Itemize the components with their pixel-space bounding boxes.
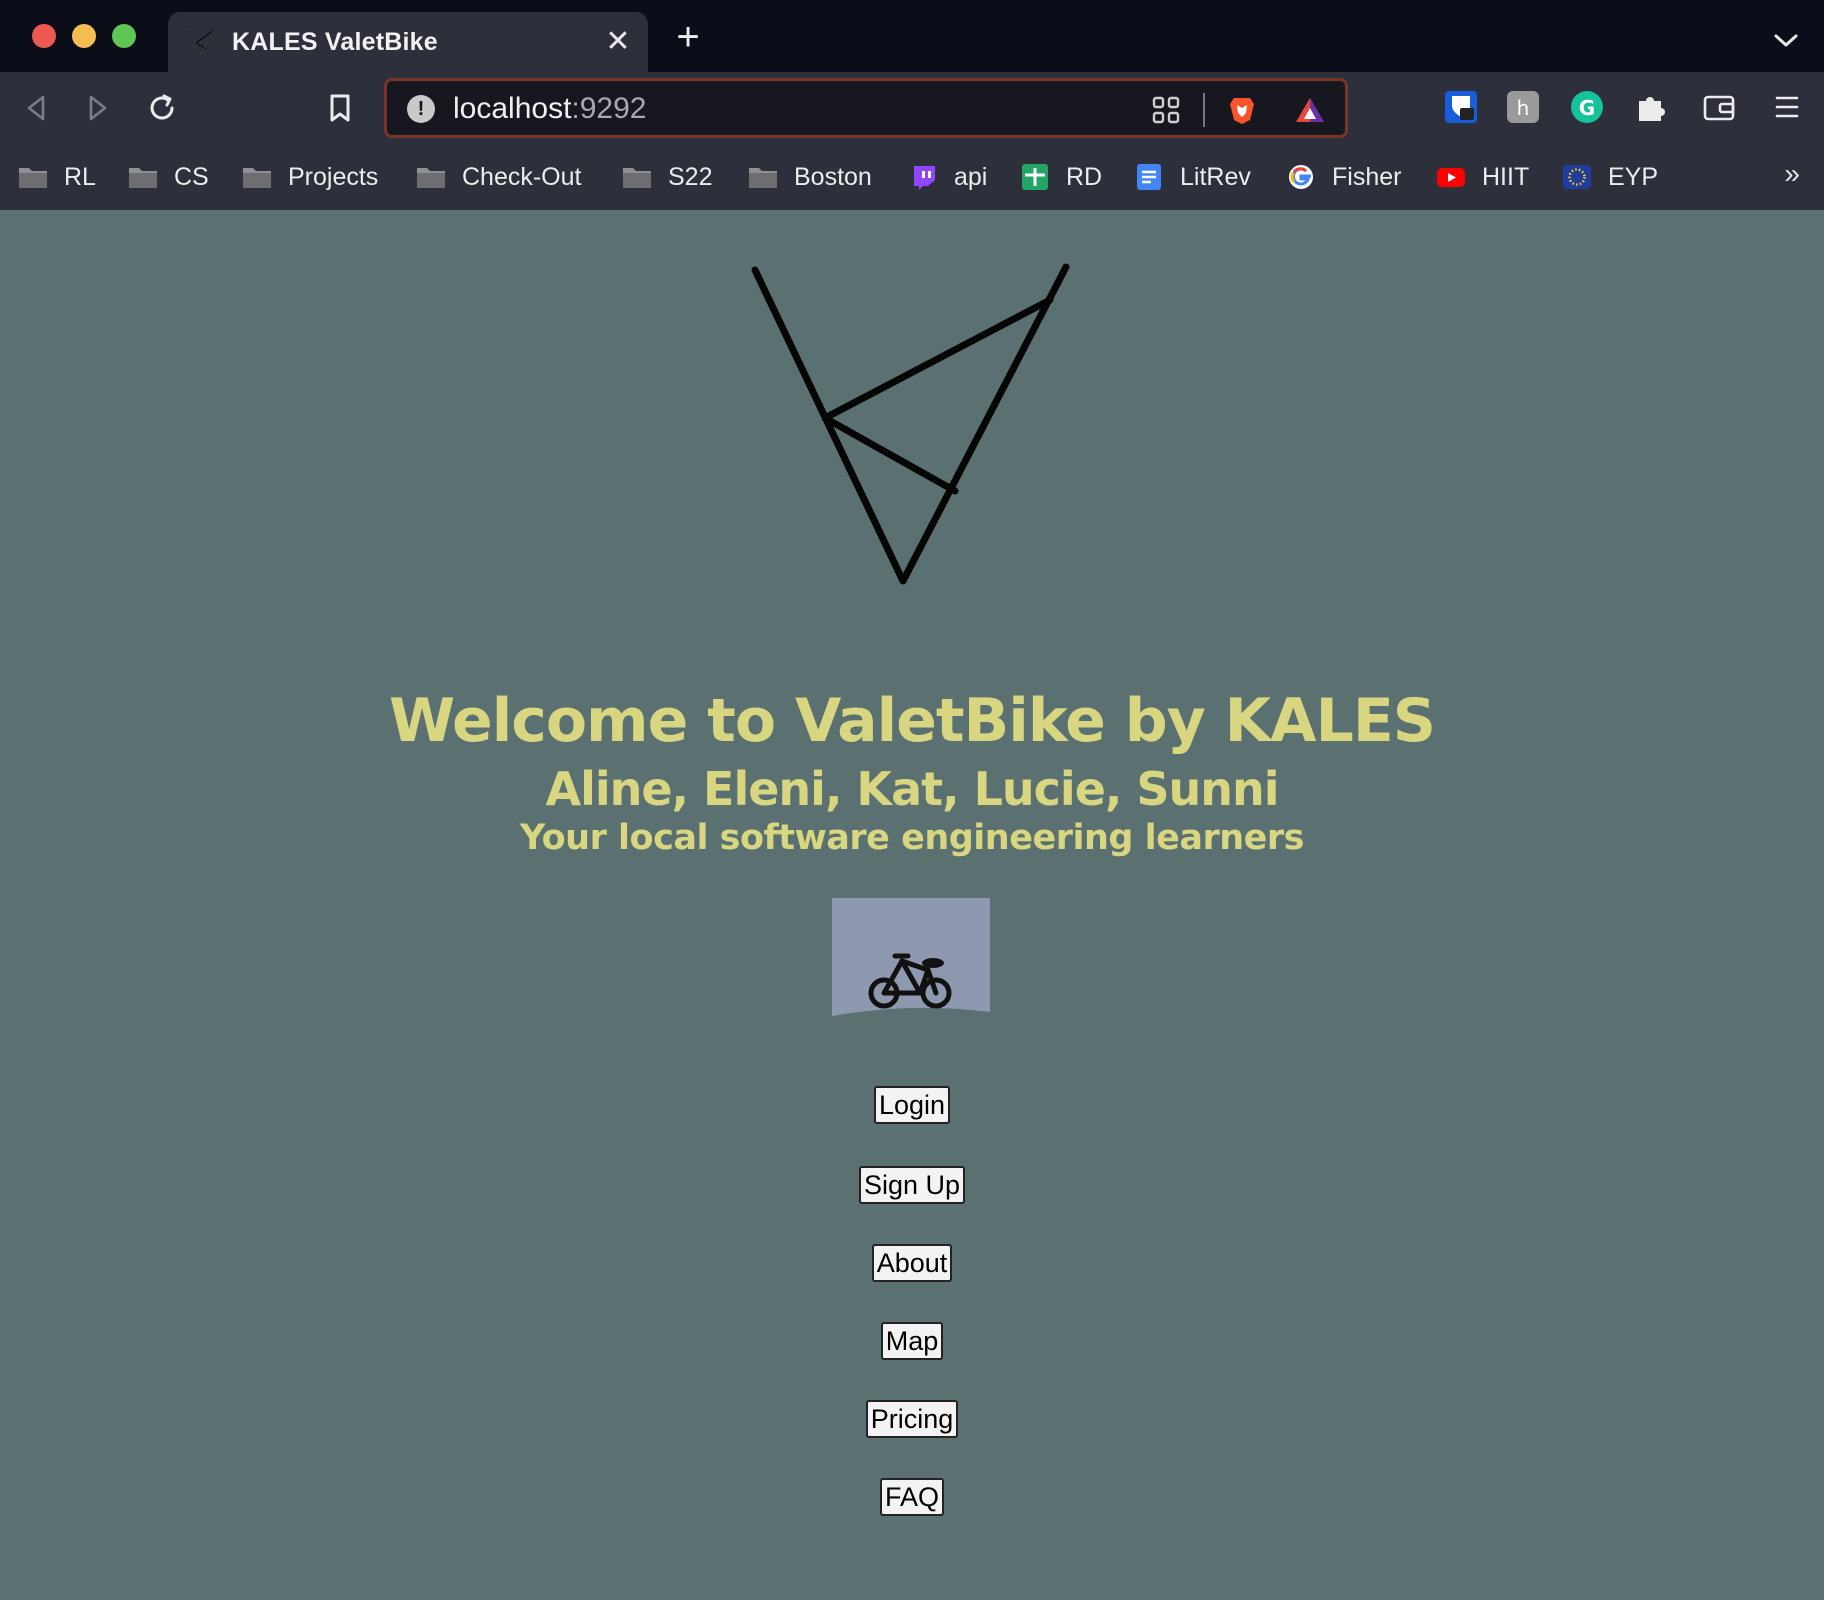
reload-icon[interactable]: [142, 88, 182, 128]
nav-button-row: Map: [0, 1322, 1824, 1360]
address-bar[interactable]: ! localhost:9292: [384, 78, 1348, 138]
bookmark-label: RL: [64, 162, 96, 191]
forward-arrow-icon[interactable]: [78, 88, 118, 128]
bookmark-label: Projects: [288, 162, 379, 191]
bookmark-rd[interactable]: RD: [1020, 156, 1102, 198]
map-button[interactable]: Map: [880, 1322, 944, 1360]
google-icon: [1289, 165, 1313, 189]
bookmark-projects[interactable]: Projects: [242, 156, 378, 198]
url-port: :9292: [571, 92, 647, 125]
bookmark-label: Fisher: [1332, 162, 1402, 191]
grammarly-extension-icon[interactable]: G: [1568, 88, 1606, 126]
pricing-button[interactable]: Pricing: [865, 1400, 959, 1438]
folder-icon: [19, 168, 47, 188]
twitch-icon: [914, 166, 935, 190]
faq-button[interactable]: FAQ: [879, 1478, 944, 1516]
urlbar-divider: [1203, 93, 1205, 127]
sheets-icon: [1022, 164, 1048, 190]
sign-up-button[interactable]: Sign Up: [858, 1166, 966, 1204]
nav-button-row: About: [0, 1244, 1824, 1282]
bookmark-label: EYP: [1608, 162, 1659, 191]
bookmark-label: Check-Out: [462, 162, 582, 191]
tagline-heading: Your local software engineering learners: [520, 818, 1304, 858]
nav-button-row: FAQ: [0, 1478, 1824, 1516]
bitwarden-extension-icon[interactable]: [1442, 88, 1480, 126]
folder-icon: [623, 168, 651, 188]
url-text[interactable]: localhost:9292: [453, 92, 646, 126]
bookmark-litrev[interactable]: LitRev: [1134, 156, 1251, 198]
browser-toolbar: ! localhost:9292 h G: [0, 72, 1824, 144]
menu-hamburger-icon[interactable]: [1768, 88, 1806, 126]
eu-flag-icon: [1563, 165, 1591, 189]
bookmark-label: api: [954, 162, 988, 191]
chevron-down-icon[interactable]: [1768, 22, 1804, 58]
bookmark-check-out[interactable]: Check-Out: [416, 156, 581, 198]
qr-code-icon[interactable]: [1149, 93, 1183, 127]
bookmark-boston[interactable]: Boston: [748, 156, 872, 198]
folder-icon: [129, 168, 157, 188]
valetbike-logo: [751, 263, 1070, 585]
bookmark-label: Boston: [794, 162, 872, 191]
bookmark-label: HIIT: [1482, 162, 1530, 191]
new-tab-button[interactable]: +: [668, 17, 708, 58]
back-arrow-icon[interactable]: [16, 88, 56, 128]
url-host: localhost: [453, 92, 572, 125]
page-title: Welcome to ValetBike by KALES: [388, 686, 1436, 756]
nav-button-row: Pricing: [0, 1400, 1824, 1438]
browser-tab-strip: KALES ValetBike ✕ +: [0, 0, 1824, 72]
bookmark-label: RD: [1066, 162, 1103, 191]
svg-text:h: h: [1517, 96, 1530, 120]
nav-button-row: Sign Up: [0, 1166, 1824, 1204]
bookmark-fisher[interactable]: Fisher: [1286, 156, 1401, 198]
bookmark-label: CS: [174, 162, 209, 191]
docs-icon: [1137, 164, 1161, 190]
bookmark-label: S22: [668, 162, 713, 191]
folder-icon: [749, 168, 777, 188]
bookmark-rl[interactable]: RL: [18, 156, 96, 198]
tab-close-icon[interactable]: ✕: [598, 22, 638, 62]
youtube-icon: [1437, 168, 1465, 187]
window-zoom-button[interactable]: [112, 24, 136, 48]
bookmark-icon[interactable]: [320, 88, 360, 128]
honey-extension-icon[interactable]: h: [1504, 88, 1542, 126]
bookmark-cs[interactable]: CS: [128, 156, 209, 198]
brave-shields-icon[interactable]: [1225, 93, 1259, 127]
window-minimize-button[interactable]: [72, 24, 96, 48]
brave-rewards-icon[interactable]: [1293, 93, 1327, 127]
tab-title: KALES ValetBike: [232, 28, 438, 56]
about-button[interactable]: About: [871, 1244, 953, 1282]
bookmark-hiit[interactable]: HIIT: [1436, 156, 1529, 198]
bookmark-s22[interactable]: S22: [622, 156, 712, 198]
window-close-button[interactable]: [32, 24, 56, 48]
bookmark-eyp[interactable]: EYP: [1562, 156, 1658, 198]
bookmarks-bar: » RL CS Projects Check-Out S22 Boston api RD Lit…: [0, 144, 1824, 210]
page-content: Welcome to ValetBike by KALES Aline, Ele…: [0, 210, 1824, 1600]
extensions-puzzle-icon[interactable]: [1632, 88, 1670, 126]
svg-text:G: G: [1579, 96, 1595, 120]
valetbike-logo-icon: [189, 29, 215, 56]
bike-image: [832, 898, 990, 1016]
bookmark-api[interactable]: api: [908, 156, 987, 198]
wallet-icon[interactable]: [1700, 88, 1738, 126]
site-info-icon[interactable]: !: [407, 95, 435, 123]
nav-button-row: Login: [0, 1086, 1824, 1124]
login-button[interactable]: Login: [873, 1086, 951, 1124]
browser-tab-active[interactable]: KALES ValetBike ✕: [168, 12, 648, 72]
bookmark-label: LitRev: [1180, 162, 1251, 191]
team-members-heading: Aline, Eleni, Kat, Lucie, Sunni: [545, 762, 1279, 816]
folder-icon: [417, 168, 445, 188]
more-bookmarks-button[interactable]: »: [1784, 158, 1800, 190]
folder-icon: [243, 168, 271, 188]
